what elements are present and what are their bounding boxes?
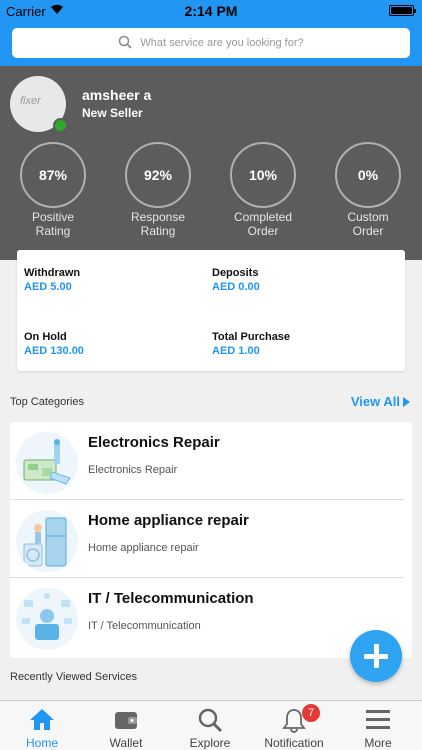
- top-categories-title: Top Categories: [10, 396, 84, 408]
- category-title: Home appliance repair: [88, 512, 249, 529]
- deposits-value: AED 0.00: [212, 281, 260, 293]
- stat-custom-order: 0% Custom Order: [323, 142, 413, 238]
- electronics-repair-icon: [16, 432, 78, 494]
- plus-icon-vertical: [373, 644, 379, 668]
- stat-label: Completed Order: [233, 210, 293, 238]
- category-subtitle: Home appliance repair: [88, 542, 199, 554]
- stat-positive-rating: 87% Positive Rating: [8, 142, 98, 238]
- stat-label: Positive Rating: [31, 210, 75, 238]
- stat-response-rating: 92% Response Rating: [113, 142, 203, 238]
- home-icon: [0, 707, 84, 733]
- stat-label: Response Rating: [130, 210, 186, 238]
- chevron-right-icon: [403, 396, 410, 407]
- search-placeholder: What service are you looking for?: [140, 37, 304, 49]
- category-title: IT / Telecommunication: [88, 590, 254, 607]
- home-appliance-icon: [16, 510, 78, 572]
- stat-ring: 10%: [230, 142, 296, 208]
- tab-home[interactable]: Home: [0, 701, 84, 750]
- tab-label: Wallet: [109, 736, 143, 750]
- tab-explore[interactable]: Explore: [168, 701, 252, 750]
- online-status-dot: [53, 118, 68, 133]
- total-purchase-label: Total Purchase: [212, 331, 291, 343]
- avatar[interactable]: fixer: [10, 76, 68, 133]
- deposits-label: Deposits: [212, 267, 259, 279]
- withdrawn-label: Withdrawn: [24, 267, 81, 279]
- search-icon: [168, 707, 252, 733]
- stat-ring: 0%: [335, 142, 401, 208]
- stat-completed-order: 10% Completed Order: [218, 142, 308, 238]
- notification-badge: 7: [302, 704, 320, 722]
- total-purchase-value: AED 1.00: [212, 345, 260, 357]
- menu-icon: [336, 707, 420, 733]
- stat-ring: 92%: [125, 142, 191, 208]
- on-hold-value: AED 130.00: [24, 345, 84, 357]
- on-hold-label: On Hold: [24, 331, 67, 343]
- user-role: New Seller: [82, 106, 143, 120]
- seller-profile-panel: fixer amsheer a New Seller 87% Positive …: [0, 66, 422, 260]
- stat-label: Custom Order: [347, 210, 389, 238]
- recently-viewed-title: Recently Viewed Services: [10, 671, 137, 683]
- user-name: amsheer a: [82, 87, 152, 103]
- avatar-logo: fixer: [20, 95, 41, 107]
- withdrawn-value: AED 5.00: [24, 281, 72, 293]
- tab-notification[interactable]: 7 Notification: [252, 701, 336, 750]
- tab-label: More: [364, 736, 392, 750]
- deposits-item: Deposits AED 0.00: [212, 267, 260, 293]
- categories-list: Electronics Repair Electronics Repair Ho…: [10, 422, 412, 658]
- search-icon: [118, 35, 132, 52]
- tab-label: Notification: [264, 736, 324, 750]
- wallet-icon: [84, 707, 168, 733]
- stat-ring: 87%: [20, 142, 86, 208]
- bell-icon: [252, 707, 336, 733]
- bottom-tab-bar: Home Wallet Explore 7 Notification More: [0, 700, 422, 750]
- category-item-electronics-repair[interactable]: Electronics Repair Electronics Repair: [10, 422, 412, 500]
- on-hold-item: On Hold AED 130.00: [24, 331, 84, 357]
- search-input[interactable]: What service are you looking for?: [12, 28, 410, 58]
- wallet-summary-card: Withdrawn AED 5.00 Deposits AED 0.00 On …: [17, 250, 405, 371]
- view-all-link[interactable]: View All: [351, 394, 410, 409]
- add-button[interactable]: [350, 630, 402, 682]
- withdrawn-item: Withdrawn AED 5.00: [24, 267, 80, 293]
- total-purchase-item: Total Purchase AED 1.00: [212, 331, 290, 357]
- clock: 2:14 PM: [184, 3, 238, 19]
- category-title: Electronics Repair: [88, 434, 220, 451]
- category-subtitle: Electronics Repair: [88, 464, 178, 476]
- tab-wallet[interactable]: Wallet: [84, 701, 168, 750]
- tab-more[interactable]: More: [336, 701, 420, 750]
- status-bar: Carrier 2:14 PM: [0, 0, 422, 22]
- battery-icon: [389, 5, 416, 16]
- view-all-label: View All: [350, 394, 400, 409]
- tab-label: Explore: [189, 736, 231, 750]
- it-telecommunication-icon: [16, 588, 78, 650]
- category-item-home-appliance-repair[interactable]: Home appliance repair Home appliance rep…: [10, 500, 412, 578]
- category-subtitle: IT / Telecommunication: [88, 620, 201, 632]
- tab-label: Home: [25, 736, 58, 750]
